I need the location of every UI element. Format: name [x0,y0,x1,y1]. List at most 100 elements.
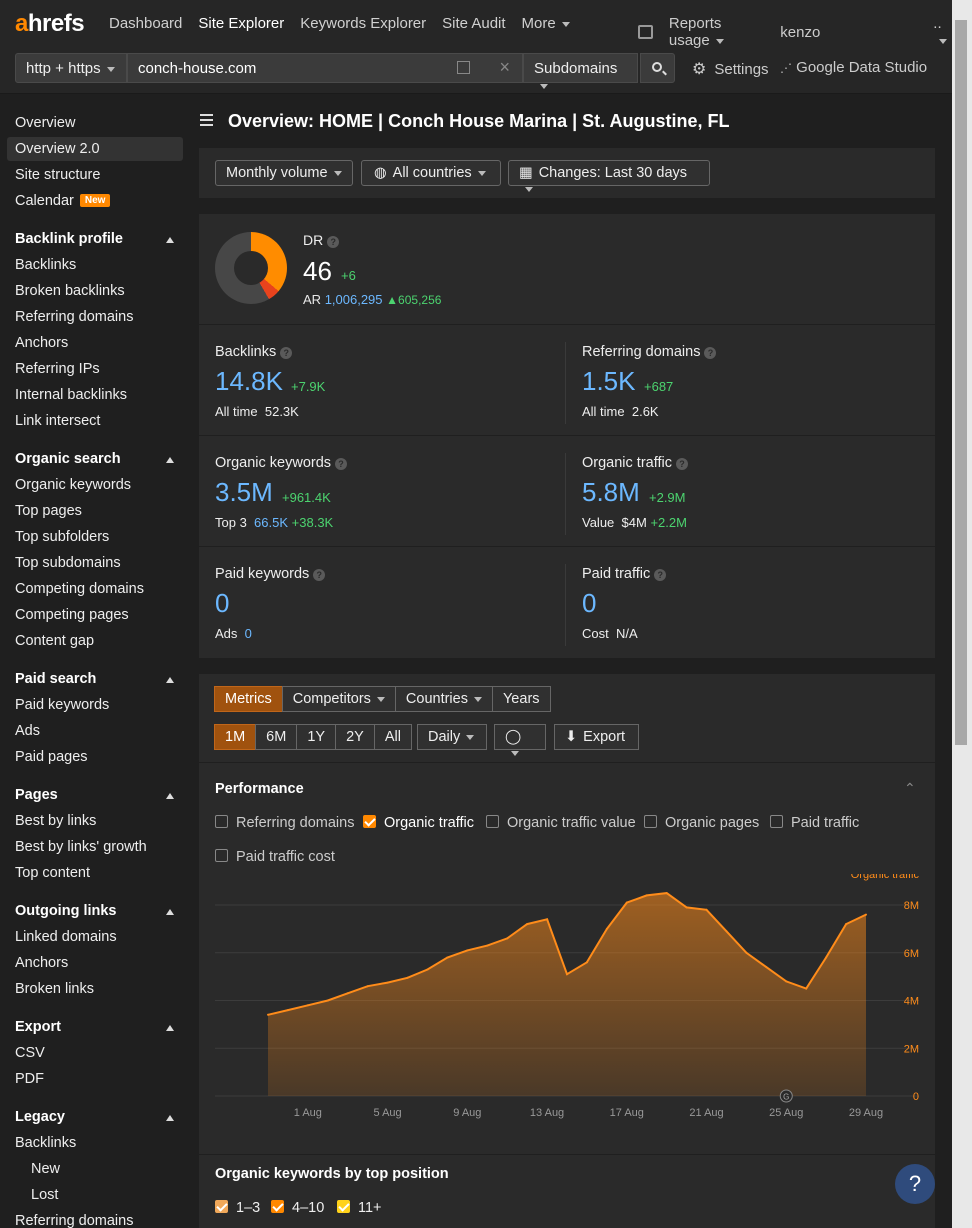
checkbox[interactable] [644,815,657,828]
help-icon[interactable]: ? [313,569,326,581]
help-button[interactable]: ? [895,1164,935,1204]
check-organic-traffic[interactable]: Organic traffic [363,815,474,831]
sidebar-item-linked-domains[interactable]: Linked domains [15,929,117,945]
check-pos-1-3[interactable]: 1–3 [215,1200,260,1216]
check-organic-traffic-value[interactable]: Organic traffic value [486,815,636,831]
paidkw-ads-value[interactable]: 0 [245,626,252,641]
sidebar-item-overview[interactable]: Overview [15,115,75,131]
help-icon[interactable]: ? [704,347,717,359]
checkbox[interactable] [486,815,499,828]
nav-site-audit[interactable]: Site Audit [442,15,505,32]
settings-button[interactable]: ⚙ Settings [692,59,769,79]
collapse-icon[interactable] [166,677,174,683]
collapse-icon[interactable] [166,237,174,243]
sidebar-item-anchors[interactable]: Anchors [15,335,68,351]
monitor-icon[interactable] [638,25,653,39]
sidebar-item-content-gap[interactable]: Content gap [15,633,94,649]
sidebar-section-paid-search[interactable]: Paid search [15,671,96,687]
range-1y[interactable]: 1Y [296,724,337,750]
tab-countries[interactable]: Countries [394,686,493,712]
sidebar-item-overview-2[interactable]: Overview 2.0 [15,141,100,157]
sidebar-item-top-subfolders[interactable]: Top subfolders [15,529,109,545]
checkbox[interactable] [215,849,228,862]
sidebar-item-legacy-referring-domains[interactable]: Referring domains [15,1213,133,1228]
paidkw-value[interactable]: 0 [215,588,229,619]
tab-metrics[interactable]: Metrics [214,686,283,712]
range-1m[interactable]: 1M [214,724,257,750]
check-organic-pages[interactable]: Organic pages [644,815,759,831]
collapse-icon[interactable] [166,909,174,915]
orgtraffic-value[interactable]: 5.8M [582,477,640,508]
check-paid-traffic[interactable]: Paid traffic [770,815,859,831]
sidebar-item-internal-backlinks[interactable]: Internal backlinks [15,387,127,403]
sidebar-section-pages[interactable]: Pages [15,787,58,803]
url-input[interactable]: conch-house.com × [127,53,523,83]
tab-competitors[interactable]: Competitors [281,686,396,712]
orgkw-top3-value[interactable]: 66.5K [254,515,288,530]
check-pos-11-plus[interactable]: 11+ [337,1200,382,1216]
sidebar-item-best-by-links[interactable]: Best by links [15,813,96,829]
sidebar-section-outgoing-links[interactable]: Outgoing links [15,903,117,919]
chevron-up-icon[interactable]: ⌃ [904,780,916,797]
checkbox[interactable] [215,815,228,828]
sidebar-item-ads[interactable]: Ads [15,723,40,739]
sidebar-section-legacy[interactable]: Legacy [15,1109,65,1125]
nav-keywords-explorer[interactable]: Keywords Explorer [300,15,426,32]
help-icon[interactable]: ? [327,236,340,248]
orgkw-value[interactable]: 3.5M [215,477,273,508]
backlinks-value[interactable]: 14.8K [215,366,283,397]
google-data-studio-button[interactable]: ⋰ Google Data Studio [780,59,927,76]
checkbox-checked[interactable] [215,1200,228,1213]
sidebar-section-export[interactable]: Export [15,1019,61,1035]
nav-dashboard[interactable]: Dashboard [109,15,182,32]
protocol-select[interactable]: http + https [15,53,127,83]
nav-more[interactable]: More [522,15,570,32]
sidebar-item-site-structure[interactable]: Site structure [15,167,100,183]
checkbox-checked[interactable] [271,1200,284,1213]
checkbox-checked[interactable] [337,1200,350,1213]
sidebar-item-competing-domains[interactable]: Competing domains [15,581,144,597]
sidebar-item-legacy-lost[interactable]: Lost [31,1187,58,1203]
sidebar-item-top-content[interactable]: Top content [15,865,90,881]
help-icon[interactable]: ? [654,569,667,581]
scrollbar-thumb[interactable] [955,20,967,745]
help-icon[interactable]: ? [335,458,348,470]
sidebar-item-outgoing-anchors[interactable]: Anchors [15,955,68,971]
sidebar-item-paid-pages[interactable]: Paid pages [15,749,88,765]
sidebar-section-organic-search[interactable]: Organic search [15,451,121,467]
help-icon[interactable]: ? [280,347,293,359]
sidebar-item-broken-links[interactable]: Broken links [15,981,94,997]
collapse-icon[interactable] [166,1115,174,1121]
sidebar-item-paid-keywords[interactable]: Paid keywords [15,697,109,713]
sidebar-item-top-subdomains[interactable]: Top subdomains [15,555,121,571]
countries-select[interactable]: ◍ All countries [361,160,501,186]
checkbox[interactable] [770,815,783,828]
organic-traffic-chart[interactable]: 0 2M 4M 6M 8M Organic traffic 1 Aug 5 Aug 9 Aug 1… [199,874,935,1154]
refdomains-value[interactable]: 1.5K [582,366,636,397]
granularity-select[interactable]: Daily [417,724,487,750]
sidebar-item-organic-keywords[interactable]: Organic keywords [15,477,131,493]
sidebar-item-pdf[interactable]: PDF [15,1071,44,1087]
collapse-icon[interactable] [166,1025,174,1031]
sidebar-item-legacy-backlinks[interactable]: Backlinks [15,1135,76,1151]
checkbox-checked[interactable] [363,815,376,828]
search-button[interactable] [640,53,675,83]
help-icon[interactable]: ? [676,458,688,470]
clear-icon[interactable]: × [499,57,510,78]
annotations-button[interactable]: ◯ [494,724,546,756]
collapse-icon[interactable] [166,793,174,799]
sidebar-item-csv[interactable]: CSV [15,1045,45,1061]
range-all[interactable]: All [373,724,412,750]
external-link-icon[interactable] [457,61,470,74]
workspace-menu[interactable]: .. [933,15,952,49]
scrollbar[interactable] [952,0,972,1228]
ahrefs-logo[interactable]: ahrefs [15,10,85,38]
collapse-icon[interactable] [166,457,174,463]
range-2y[interactable]: 2Y [335,724,375,750]
check-paid-traffic-cost[interactable]: Paid traffic cost [215,849,335,865]
sidebar-item-competing-pages[interactable]: Competing pages [15,607,129,623]
sidebar-section-backlink-profile[interactable]: Backlink profile [15,231,123,247]
paidtraffic-value[interactable]: 0 [582,588,596,619]
sidebar-item-calendar[interactable]: Calendar New [15,193,111,209]
check-referring-domains[interactable]: Referring domains [215,815,354,831]
